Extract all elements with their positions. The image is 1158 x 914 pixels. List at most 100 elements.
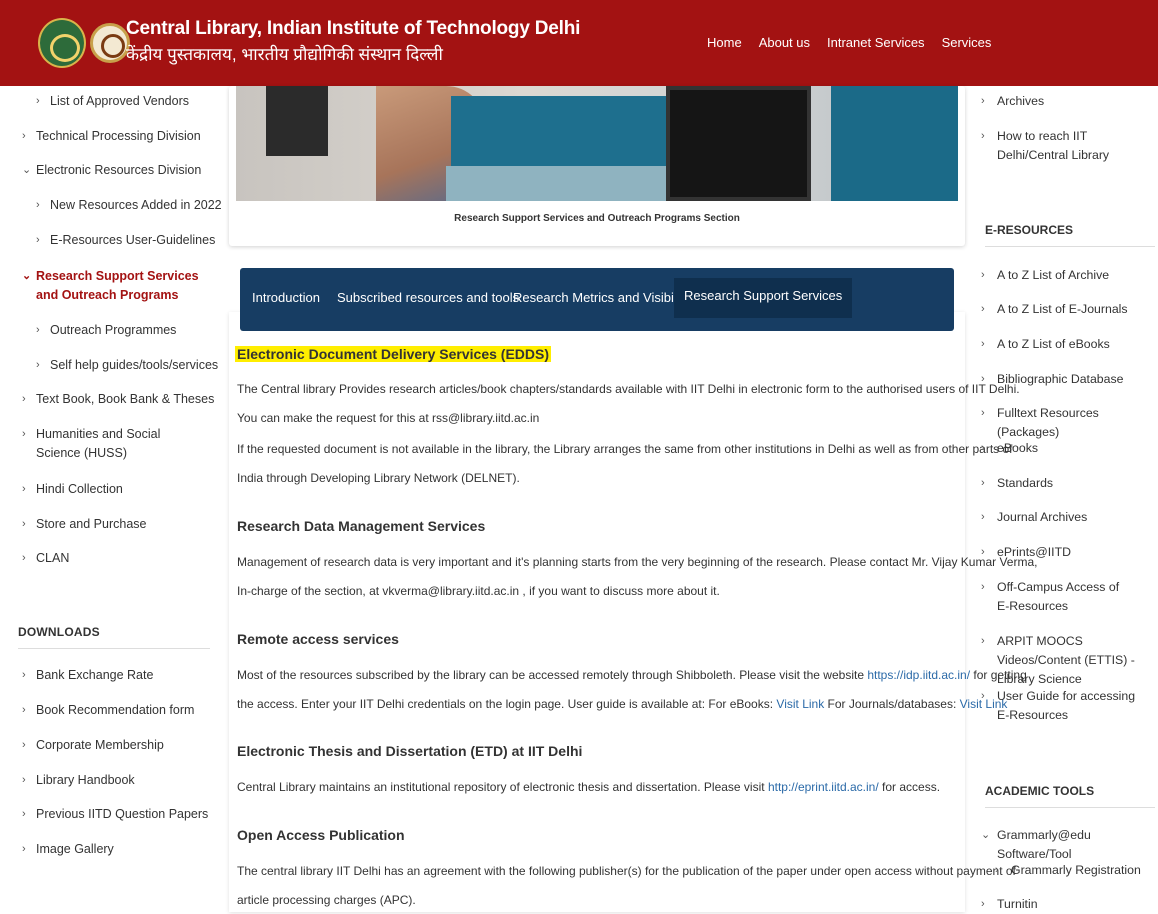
download-image-gallery[interactable]: › Image Gallery <box>22 840 114 859</box>
eresource-eprints[interactable]: › ePrints@IITD <box>981 543 1151 562</box>
nav-about-us[interactable]: About us <box>759 35 810 50</box>
etd-text: Central Library maintains an institution… <box>237 780 768 794</box>
remote-text: For Journals/databases: <box>824 697 960 711</box>
sidebar-item-new-resources-2022[interactable]: › New Resources Added in 2022 <box>36 196 222 215</box>
sidebar-item-store-purchase[interactable]: › Store and Purchase <box>22 515 147 534</box>
sidebar-item-self-help-guides[interactable]: › Self help guides/tools/services <box>36 356 218 375</box>
chevron-right-icon: › <box>981 373 985 385</box>
download-bank-exchange-rate[interactable]: › Bank Exchange Rate <box>22 666 153 685</box>
chevron-right-icon: › <box>22 552 26 564</box>
sidebar-item-research-support[interactable]: ⌄ Research Support Services and Outreach… <box>22 267 212 305</box>
eresource-label: Off-Campus Access of E-Resources <box>997 580 1120 613</box>
chevron-right-icon: › <box>22 739 26 751</box>
right-item-archives[interactable]: › Archives <box>981 92 1151 111</box>
oap-heading: Open Access Publication <box>237 827 405 843</box>
chevron-right-icon: › <box>36 324 40 336</box>
chevron-right-icon: › <box>22 518 26 530</box>
ebooks-visit-link[interactable]: Visit Link <box>776 697 824 711</box>
chevron-right-icon: › <box>981 690 985 702</box>
sidebar-item-hindi-collection[interactable]: › Hindi Collection <box>22 480 123 499</box>
chevron-right-icon: › <box>36 199 40 211</box>
eresource-off-campus-access[interactable]: › Off-Campus Access of E-Resources <box>981 578 1131 616</box>
eresource-atoz-ejournals[interactable]: › A to Z List of E-Journals <box>981 300 1151 319</box>
sidebar-item-clan[interactable]: › CLAN <box>22 549 69 568</box>
sidebar-item-label: Research Support Services and Outreach P… <box>36 269 199 302</box>
eresource-label: A to Z List of Archive <box>997 268 1110 282</box>
eresources-divider <box>985 246 1155 247</box>
sidebar-item-huss[interactable]: › Humanities and Social Science (HUSS) <box>22 425 202 463</box>
sidebar-item-label: Humanities and Social Science (HUSS) <box>36 427 161 460</box>
eresource-label: Standards <box>997 476 1054 490</box>
eresource-atoz-archive[interactable]: › A to Z List of Archive <box>981 266 1151 285</box>
nav-home[interactable]: Home <box>707 35 742 50</box>
download-label: Book Recommendation form <box>36 703 195 717</box>
download-book-recommendation[interactable]: › Book Recommendation form <box>22 701 194 720</box>
chevron-right-icon: › <box>36 95 40 107</box>
academic-turnitin[interactable]: › Turnitin <box>981 895 1151 914</box>
right-item-label: Archives <box>997 94 1045 108</box>
eresource-ebooks[interactable]: › eBooks <box>981 439 1151 458</box>
eresource-standards[interactable]: › Standards <box>981 474 1151 493</box>
remote-access-heading: Remote access services <box>237 631 399 647</box>
eresource-arpit-moocs[interactable]: › ARPIT MOOCS Videos/Content (ETTIS) - L… <box>981 632 1151 689</box>
download-question-papers[interactable]: › Previous IITD Question Papers <box>22 805 208 824</box>
chevron-right-icon: › <box>22 483 26 495</box>
site-title[interactable]: Central Library, Indian Institute of Tec… <box>126 18 580 65</box>
sidebar-item-text-book[interactable]: › Text Book, Book Bank & Theses <box>22 390 214 409</box>
download-library-handbook[interactable]: › Library Handbook <box>22 771 135 790</box>
eresource-fulltext-resources[interactable]: › Fulltext Resources (Packages) <box>981 404 1151 442</box>
academic-label: Turnitin <box>997 897 1038 911</box>
site-title-hindi[interactable]: केंद्रीय पुस्तकालय, भारतीय प्रौद्योगिकी … <box>126 42 580 65</box>
chevron-right-icon: › <box>981 95 985 107</box>
edds-heading: Electronic Document Delivery Services (E… <box>235 346 552 362</box>
nav-intranet-services[interactable]: Intranet Services <box>827 35 925 50</box>
academic-grammarly-registration[interactable]: › Grammarly Registration <box>995 861 1158 880</box>
site-title-english[interactable]: Central Library, Indian Institute of Tec… <box>126 18 580 40</box>
sidebar-item-label: Hindi Collection <box>36 482 123 496</box>
rdm-paragraph-1: Management of research data is very impo… <box>237 555 1038 569</box>
academic-tools-divider <box>985 807 1155 808</box>
tab-research-metrics[interactable]: Research Metrics and Visibility <box>513 290 690 305</box>
chevron-right-icon: › <box>22 428 26 440</box>
sidebar-item-technical-processing[interactable]: › Technical Processing Division <box>22 127 201 146</box>
remote-text: the access. Enter your IIT Delhi credent… <box>237 697 777 711</box>
edds-paragraph-4: India through Developing Library Network… <box>237 471 520 485</box>
academic-grammarly[interactable]: ⌄ Grammarly@edu Software/Tool <box>981 826 1151 864</box>
chevron-right-icon: › <box>981 511 985 523</box>
nav-services[interactable]: Services <box>942 35 992 50</box>
sidebar-item-label: Text Book, Book Bank & Theses <box>36 392 215 406</box>
eprint-link[interactable]: http://eprint.iitd.ac.in/ <box>768 780 879 794</box>
download-label: Image Gallery <box>36 842 114 856</box>
iitd-diamond-jubilee-logo[interactable] <box>38 18 86 68</box>
chevron-right-icon: › <box>981 546 985 558</box>
eresource-bibliographic-database[interactable]: › Bibliographic Database <box>981 370 1151 389</box>
downloads-divider <box>18 648 210 649</box>
eresource-label: A to Z List of E-Journals <box>997 302 1128 316</box>
logos[interactable] <box>38 18 130 68</box>
eresource-atoz-ebooks[interactable]: › A to Z List of eBooks <box>981 335 1151 354</box>
sidebar-item-outreach-programmes[interactable]: › Outreach Programmes <box>36 321 176 340</box>
download-corporate-membership[interactable]: › Corporate Membership <box>22 736 164 755</box>
academic-label: Grammarly@edu Software/Tool <box>997 828 1091 861</box>
chevron-right-icon: › <box>22 843 26 855</box>
sidebar-item-approved-vendors[interactable]: › List of Approved Vendors <box>36 92 189 111</box>
sidebar-item-label: New Resources Added in 2022 <box>50 198 222 212</box>
iitd-emblem-logo[interactable] <box>90 23 130 63</box>
eresource-journal-archives[interactable]: › Journal Archives <box>981 508 1151 527</box>
chevron-right-icon: › <box>981 338 985 350</box>
tab-research-support-services[interactable]: Research Support Services <box>674 278 853 318</box>
photo-caption: Research Support Services and Outreach P… <box>454 213 740 224</box>
idp-link[interactable]: https://idp.iitd.ac.in/ <box>867 668 970 682</box>
eresource-user-guide[interactable]: › User Guide for accessing E-Resources <box>981 687 1141 725</box>
sidebar-item-electronic-resources[interactable]: ⌄ Electronic Resources Division <box>22 161 201 180</box>
oap-paragraph-2: article processing charges (APC). <box>237 893 416 907</box>
section-image-card: Research Support Services and Outreach P… <box>229 86 965 246</box>
tab-subscribed-resources[interactable]: Subscribed resources and tools <box>337 290 519 305</box>
chevron-right-icon: › <box>981 130 985 142</box>
tab-introduction[interactable]: Introduction <box>252 290 320 305</box>
sidebar-item-label: Self help guides/tools/services <box>50 358 219 372</box>
sidebar-item-eresources-guidelines[interactable]: › E-Resources User-Guidelines <box>36 231 215 250</box>
right-item-how-to-reach[interactable]: › How to reach IIT Delhi/Central Library <box>981 127 1151 165</box>
chevron-right-icon: › <box>981 477 985 489</box>
chevron-right-icon: › <box>981 303 985 315</box>
